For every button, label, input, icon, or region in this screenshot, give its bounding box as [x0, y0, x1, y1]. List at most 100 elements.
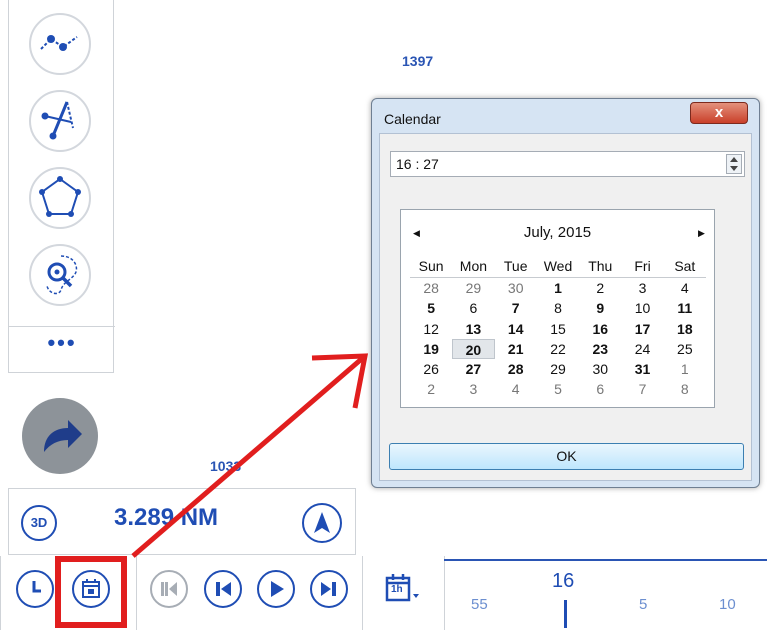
week-row: 2345678: [410, 379, 706, 399]
day-cell[interactable]: 10: [621, 298, 663, 318]
day-cell[interactable]: 31: [621, 359, 663, 379]
route-line-icon: [40, 35, 78, 51]
route-line-tool-button[interactable]: [29, 13, 91, 75]
day-cell[interactable]: 28: [410, 278, 452, 298]
route-forward-button[interactable]: [22, 398, 98, 474]
day-cell[interactable]: 12: [410, 319, 452, 339]
day-cell[interactable]: 15: [537, 319, 579, 339]
day-cell[interactable]: 3: [452, 379, 494, 399]
measure-angle-icon: [41, 101, 74, 140]
clock-icon: [32, 581, 41, 593]
day-cell[interactable]: 22: [537, 339, 579, 359]
day-cell[interactable]: 4: [664, 278, 706, 298]
day-cell[interactable]: 5: [537, 379, 579, 399]
day-header: Tue: [503, 258, 528, 274]
day-cell[interactable]: 9: [579, 298, 621, 318]
day-header: Sun: [418, 258, 444, 274]
day-cell[interactable]: 28: [495, 359, 537, 379]
day-cell[interactable]: 3: [621, 278, 663, 298]
day-header: Fri: [634, 258, 651, 274]
step-forward-button[interactable]: [310, 570, 348, 608]
more-tools-button[interactable]: •••: [9, 330, 115, 356]
day-cell[interactable]: 8: [664, 379, 706, 399]
day-cell[interactable]: 11: [664, 298, 706, 318]
week-row: 26 27 28 29 30 31 1: [410, 359, 706, 379]
day-cell[interactable]: 23: [579, 339, 621, 359]
timeline-scrubber[interactable]: 16 55 5 10: [444, 556, 767, 630]
day-cell[interactable]: 1: [537, 278, 579, 298]
day-cell-selected[interactable]: 20: [452, 338, 495, 360]
day-header: Sat: [674, 258, 696, 274]
curved-arrow-icon: [44, 420, 82, 452]
skip-start-icon: [161, 582, 177, 596]
day-header: Mon: [459, 258, 488, 274]
search-area-tool-button[interactable]: [29, 244, 91, 306]
week-row: 19 20 21 22 23 24 25: [410, 338, 706, 360]
day-cell[interactable]: 2: [410, 379, 452, 399]
north-arrow-icon: [314, 512, 330, 533]
day-cell[interactable]: 18: [664, 319, 706, 339]
day-cell[interactable]: 2: [579, 278, 621, 298]
skip-to-start-button[interactable]: [150, 570, 188, 608]
time-input[interactable]: 16 : 27: [390, 151, 745, 177]
clock-button[interactable]: [16, 570, 54, 608]
map-depth-label: 1397: [402, 53, 434, 69]
day-cell[interactable]: 26: [410, 359, 452, 379]
day-cell[interactable]: 16: [579, 319, 621, 339]
day-cell[interactable]: 6: [452, 298, 494, 318]
day-header: Wed: [543, 258, 573, 274]
day-cell[interactable]: 29: [537, 359, 579, 379]
step-back-icon: [216, 582, 231, 596]
play-button[interactable]: [257, 570, 295, 608]
month-title[interactable]: July, 2015: [401, 224, 714, 241]
spin-up-icon[interactable]: [730, 157, 738, 162]
day-cell[interactable]: 6: [579, 379, 621, 399]
spin-down-icon[interactable]: [730, 166, 738, 171]
day-cell[interactable]: 7: [621, 379, 663, 399]
drawing-tools-panel: •••: [8, 0, 115, 373]
day-cell[interactable]: 27: [452, 359, 494, 379]
week-row: 12 13 14 15 16 17 18: [410, 319, 706, 339]
day-cell[interactable]: 1: [664, 359, 706, 379]
day-cell[interactable]: 5: [410, 298, 452, 318]
dialog-title: Calendar: [384, 111, 441, 127]
day-cell[interactable]: 21: [495, 339, 537, 359]
day-cell[interactable]: 30: [495, 278, 537, 298]
more-separator: [9, 326, 115, 327]
polygon-icon: [39, 176, 81, 217]
map-depth-label: 1033: [210, 458, 242, 474]
day-cell[interactable]: 25: [664, 339, 706, 359]
3d-mode-button[interactable]: 3D: [21, 505, 57, 541]
highlight-box: [55, 556, 127, 628]
day-cell[interactable]: 19: [410, 339, 452, 359]
time-value: 16 : 27: [396, 156, 439, 172]
time-interval-button[interactable]: 1h: [384, 572, 426, 608]
dialog-body: 16 : 27 ◀ July, 2015 ▶ Sun Mon Tue Wed Thu Fr…: [379, 133, 752, 481]
close-button[interactable]: x: [690, 102, 748, 124]
day-cell[interactable]: 14: [495, 319, 537, 339]
day-cell[interactable]: 30: [579, 359, 621, 379]
ok-button[interactable]: OK: [389, 443, 744, 470]
day-cell[interactable]: 29: [452, 278, 494, 298]
day-cell[interactable]: 4: [495, 379, 537, 399]
measure-angle-tool-button[interactable]: [29, 90, 91, 152]
north-up-button[interactable]: [302, 503, 342, 543]
month-calendar: ◀ July, 2015 ▶ Sun Mon Tue Wed Thu Fri Sat 28 2…: [400, 209, 715, 408]
week-row: 5 6 7 8 9 10 11: [410, 298, 706, 318]
day-cell[interactable]: 17: [621, 319, 663, 339]
next-month-button[interactable]: ▶: [698, 228, 705, 239]
day-cell[interactable]: 13: [452, 319, 494, 339]
day-cell[interactable]: 8: [537, 298, 579, 318]
distance-readout: 3.289 NM: [114, 504, 219, 531]
timeline-tick-label: 10: [719, 596, 736, 613]
distance-panel: 3D 3.289 NM: [8, 488, 356, 555]
step-back-button[interactable]: [204, 570, 242, 608]
time-spinner[interactable]: [726, 154, 742, 174]
timeline-tick-label: 55: [471, 596, 488, 613]
polygon-tool-button[interactable]: [29, 167, 91, 229]
day-header-row: Sun Mon Tue Wed Thu Fri Sat: [410, 257, 706, 278]
timeline-current-marker[interactable]: [564, 600, 567, 628]
day-cell[interactable]: 24: [621, 339, 663, 359]
day-cell[interactable]: 7: [495, 298, 537, 318]
timeline-bar: [444, 559, 767, 561]
